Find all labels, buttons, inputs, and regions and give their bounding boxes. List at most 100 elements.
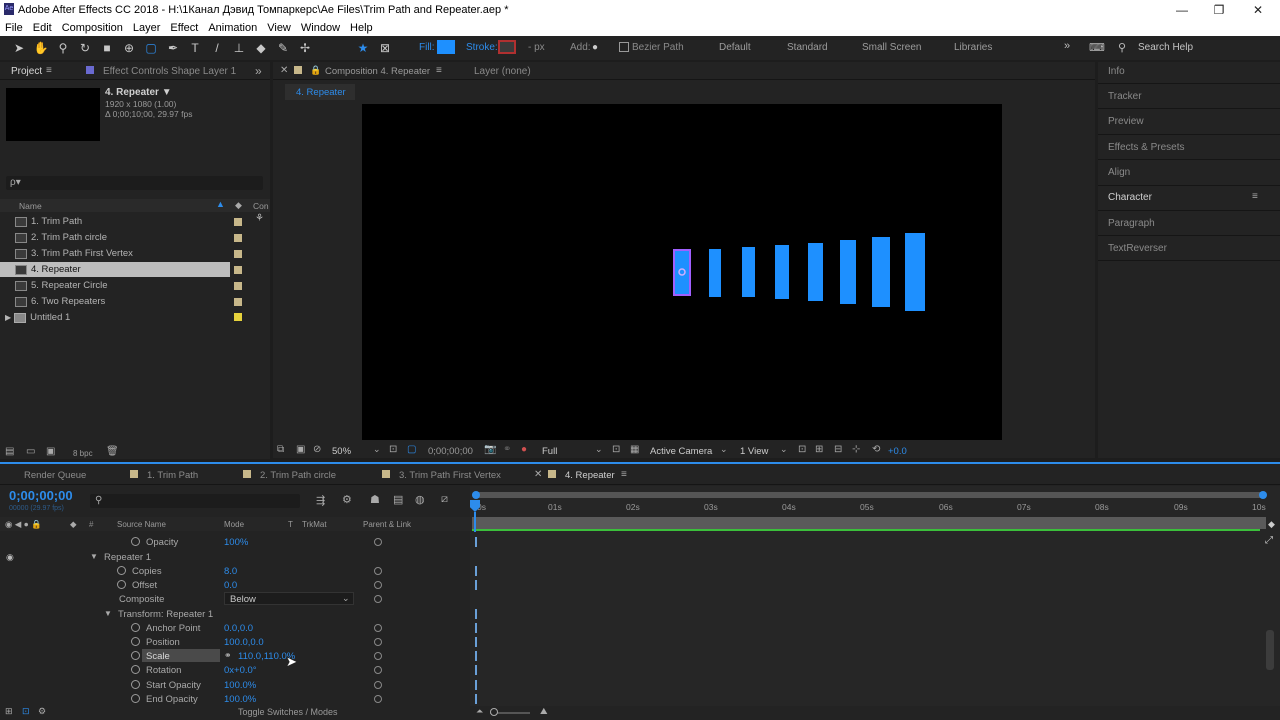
breadcrumb-item[interactable]: 4. Repeater [296, 87, 346, 98]
add-menu-icon[interactable]: ● [592, 42, 598, 53]
fast-preview-icon[interactable]: ⊞ [815, 444, 823, 455]
panel-paragraph[interactable]: Paragraph [1108, 218, 1155, 229]
label-icon[interactable]: ◆ [235, 200, 242, 211]
property-value[interactable]: 100.0% [224, 694, 256, 705]
keyframe-marker[interactable] [475, 580, 477, 590]
tab-trim-path-first-vertex[interactable]: 3. Trim Path First Vertex [399, 470, 501, 481]
keyframe-marker[interactable] [475, 609, 477, 619]
stopwatch-icon[interactable] [131, 651, 140, 660]
tab-repeater[interactable]: 4. Repeater [565, 470, 615, 481]
label-color-swatch[interactable] [234, 234, 242, 242]
star-icon[interactable]: ★ [354, 39, 372, 57]
property-value[interactable]: 100.0% [224, 680, 256, 691]
column-name[interactable]: Name [19, 201, 42, 211]
channel-icon[interactable]: ● [521, 444, 527, 455]
minimize-button[interactable]: — [1164, 0, 1200, 20]
tab-render-queue[interactable]: Render Queue [24, 470, 86, 481]
menu-layer[interactable]: Layer [133, 22, 161, 34]
overflow-chevron-icon[interactable]: » [255, 64, 262, 78]
toggle-pixel-aspect-icon[interactable]: ⊡ [798, 444, 806, 455]
label-color-swatch[interactable] [234, 250, 242, 258]
zoom-out-icon[interactable]: ⏶ [476, 706, 483, 717]
menu-composition[interactable]: Composition [62, 22, 123, 34]
expand-triangle-icon[interactable]: ▼ [90, 552, 98, 561]
panel-align[interactable]: Align [1108, 167, 1130, 178]
brush-tool-icon[interactable]: / [208, 39, 226, 57]
zoom-dropdown[interactable]: 50% [332, 446, 351, 457]
property-value[interactable]: 0.0 [224, 580, 237, 591]
flowchart-icon[interactable]: ⚘ [255, 213, 264, 224]
comp-mini-flowchart-icon[interactable]: ⇶ [316, 494, 325, 507]
label-color-swatch[interactable] [234, 298, 242, 306]
list-item[interactable]: 4. Repeater [0, 262, 230, 277]
column-t[interactable]: T [288, 520, 293, 529]
column-comment[interactable]: Con [253, 201, 269, 211]
parent-pickwhip-icon[interactable] [374, 681, 382, 689]
show-snapshot-icon[interactable]: ⚭ [503, 444, 511, 455]
column-parent-link[interactable]: Parent & Link [363, 520, 411, 529]
camera-tool-icon[interactable]: ■ [98, 39, 116, 57]
label-color-swatch[interactable] [234, 266, 242, 274]
property-row-offset[interactable]: Offset 0.0 [0, 578, 470, 592]
stopwatch-icon[interactable] [131, 680, 140, 689]
close-button[interactable]: ✕ [1240, 0, 1276, 20]
chevron-down-icon[interactable]: ⌄ [595, 444, 603, 455]
rotate-tool-icon[interactable]: ↻ [76, 39, 94, 57]
sort-ascending-icon[interactable]: ▲ [216, 199, 225, 209]
chevron-down-icon[interactable]: ⌄ [780, 444, 788, 455]
keyframe-marker[interactable] [475, 566, 477, 576]
panel-character[interactable]: Character [1108, 192, 1152, 203]
stroke-swatch[interactable] [498, 40, 516, 54]
fit-icon[interactable]: ⊡ [389, 444, 397, 455]
interpret-footage-icon[interactable]: ▤ [5, 446, 14, 457]
bezier-path-checkbox[interactable] [619, 42, 629, 52]
roto-brush-tool-icon[interactable]: ✎ [274, 39, 292, 57]
panel-textreverser[interactable]: TextReverser [1108, 243, 1167, 254]
property-value[interactable]: 100% [224, 537, 248, 548]
region-of-interest-icon[interactable]: ⊡ [612, 444, 620, 455]
list-item[interactable]: 2. Trim Path circle [0, 230, 230, 245]
resolution-dropdown[interactable]: Full [542, 446, 557, 457]
keyframe-marker[interactable] [475, 680, 477, 690]
workspace-standard[interactable]: Standard [787, 42, 828, 53]
panel-menu-icon[interactable]: ≡ [1252, 191, 1258, 202]
mask-visibility-icon[interactable]: ⊘ [313, 444, 321, 455]
parent-pickwhip-icon[interactable] [374, 624, 382, 632]
playhead-line[interactable] [474, 512, 476, 532]
expand-triangle-icon[interactable]: ▶ [5, 313, 11, 322]
parent-pickwhip-icon[interactable] [374, 652, 382, 660]
menu-effect[interactable]: Effect [170, 22, 198, 34]
timeline-search-input[interactable] [90, 494, 300, 508]
always-preview-icon[interactable]: ⧉ [277, 444, 284, 455]
tab-trim-path[interactable]: 1. Trim Path [147, 470, 198, 481]
viewer-timecode[interactable]: 0;00;00;00 [428, 446, 473, 457]
keyframe-marker[interactable] [475, 651, 477, 661]
work-area-start-handle[interactable] [472, 491, 480, 499]
timeline-icon[interactable]: ⊟ [834, 444, 842, 455]
stopwatch-icon[interactable] [131, 665, 140, 674]
parent-pickwhip-icon[interactable] [374, 567, 382, 575]
pen-tool-icon[interactable]: ✒ [164, 39, 182, 57]
grid-icon[interactable]: ▢ [407, 444, 416, 455]
parent-pickwhip-icon[interactable] [374, 595, 382, 603]
timeline-scrollbar[interactable] [1266, 630, 1274, 670]
project-search-input[interactable] [6, 176, 263, 190]
type-tool-icon[interactable]: T [186, 39, 204, 57]
parent-pickwhip-icon[interactable] [374, 695, 382, 703]
workspace-libraries[interactable]: Libraries [954, 42, 992, 53]
hand-tool-icon[interactable]: ✋ [32, 39, 50, 57]
tab-trim-path-circle[interactable]: 2. Trim Path circle [260, 470, 336, 481]
column-trkmat[interactable]: TrkMat [302, 520, 327, 529]
puppet-tool-icon[interactable]: ✢ [296, 39, 314, 57]
chevron-down-icon[interactable]: ⌄ [373, 444, 381, 455]
lock-icon[interactable]: 🔒 [310, 65, 321, 76]
work-area-end-handle[interactable] [1259, 491, 1267, 499]
label-color-swatch[interactable] [234, 218, 242, 226]
keyframe-marker[interactable] [475, 637, 477, 647]
property-row-transform-repeater[interactable]: ▼ Transform: Repeater 1 [0, 607, 470, 621]
trash-icon[interactable]: 🗑 [106, 446, 119, 457]
property-row-composite[interactable]: Composite Below ⌄ [0, 592, 470, 606]
tab-composition[interactable]: Composition 4. Repeater [325, 66, 430, 77]
motion-blur-icon[interactable]: ◍ [415, 493, 425, 506]
reset-exposure-icon[interactable]: ⟲ [872, 444, 880, 455]
